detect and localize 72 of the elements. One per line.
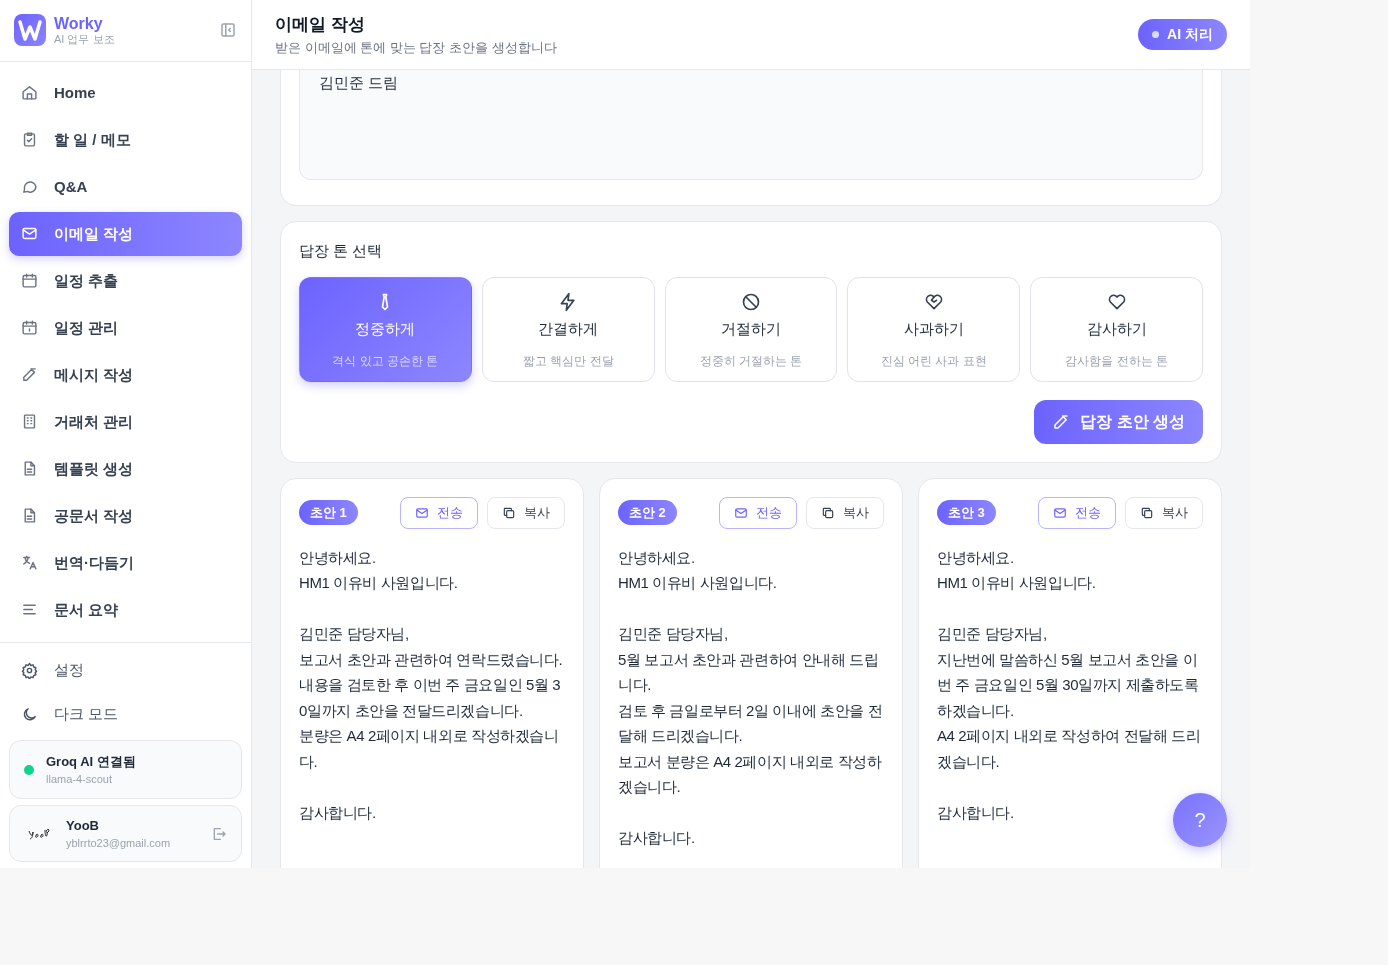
- sidebar-item[interactable]: 템플릿 생성: [9, 446, 242, 491]
- sidebar-item[interactable]: 일정 추출: [9, 258, 242, 303]
- heart-handshake-icon: [923, 291, 944, 312]
- copy-button[interactable]: 복사: [806, 496, 884, 529]
- page-title: 이메일 작성: [275, 14, 366, 36]
- ban-icon: [741, 291, 761, 312]
- sidebar-item[interactable]: Q&A: [9, 164, 242, 209]
- tone-option[interactable]: 간결하게 짧고 핵심만 전달: [481, 276, 655, 382]
- building-icon: [21, 413, 38, 431]
- sidebar-item[interactable]: 메시지 작성: [9, 352, 242, 397]
- logo-icon: [14, 14, 46, 47]
- email-input-field[interactable]: 김민준 드림: [299, 70, 1203, 180]
- ai-badge-button[interactable]: AI 처리: [1138, 19, 1227, 50]
- mail-icon: [415, 505, 429, 520]
- send-button[interactable]: 전송: [719, 496, 797, 529]
- copy-icon: [1140, 505, 1154, 520]
- tone-option[interactable]: 사과하기 진심 어린 사과 표현: [847, 276, 1021, 382]
- signature-icon: [28, 827, 50, 840]
- draft-paragraph: 김민준 담당자님, 5월 보고서 초안과 관련하여 안내해 드립니다. 검토 후 금일로부터 2일 이내에 초안을 전달해 드리겠습니다. 보고서 분량은 A4 2페이지 내외로 작성하겠습니다.: [618, 624, 884, 797]
- copy-icon: [502, 505, 516, 520]
- draft-paragraph: 감사합니다.: [299, 802, 376, 823]
- sidebar-item[interactable]: 번역·다듬기: [9, 540, 242, 585]
- copy-icon: [821, 505, 835, 520]
- draft-paragraph: 김민준 담당자님, 지난번에 말씀하신 5월 보고서 초안을 이번 주 금요일인 5월 30일까지 제출하도록 하겠습니다. A4 2페이지 내외로 작성하여 전달해 드리겠습니다.: [937, 624, 1202, 772]
- draft-paragraph: 안녕하세요. HM1 이유비 사원입니다.: [618, 547, 777, 593]
- send-button[interactable]: 전송: [1038, 496, 1116, 529]
- status-title: Groq AI 연결됨: [46, 752, 136, 771]
- settings-item[interactable]: 설정: [9, 648, 242, 692]
- draft-paragraph: 감사합니다.: [618, 828, 695, 848]
- calendar-icon: [21, 272, 38, 290]
- user-name: YooB: [66, 816, 100, 835]
- translate-icon: [21, 554, 38, 572]
- tone-option[interactable]: 감사하기 감사함을 전하는 톤: [1030, 276, 1203, 382]
- sidebar-item[interactable]: 할 일 / 메모: [9, 117, 242, 162]
- copy-button[interactable]: 복사: [487, 496, 565, 529]
- sidebar-item[interactable]: 일정 관리: [9, 305, 242, 350]
- page-subtitle: 받은 이메일에 톤에 맞는 답장 초안을 생성합니다: [275, 38, 557, 57]
- sidebar-item[interactable]: 이메일 작성: [9, 211, 242, 256]
- section-title: 답장 톤 선택: [299, 241, 384, 261]
- draft-paragraph: 김민준 담당자님, 보고서 초안과 관련하여 연락드렸습니다. 내용을 검토한 후 이번 주 금요일인 5월 30일까지 초안을 전달드리겠습니다. 분량은 A4 2페이지 내외로 작성하겠습니다.: [299, 624, 564, 772]
- user-email: yblrrto23@gmail.com: [66, 836, 171, 852]
- sidebar-item[interactable]: 공문서 작성: [9, 493, 242, 538]
- home-icon: [21, 84, 38, 102]
- brand-tagline: AI 업무 보조: [54, 32, 115, 46]
- clipboard-icon: [21, 131, 38, 149]
- send-button[interactable]: 전송: [400, 496, 478, 529]
- sidebar-item[interactable]: 거래처 관리: [9, 399, 242, 444]
- draft-paragraph: 안녕하세요. HM1 이유비 사원입니다.: [299, 547, 458, 593]
- calendar-icon: [21, 319, 38, 337]
- draft-label: 초안 1: [299, 499, 358, 526]
- copy-button[interactable]: 복사: [1125, 496, 1203, 529]
- pencil-icon: [21, 366, 38, 384]
- heart-icon: [1106, 291, 1127, 312]
- mail-icon: [1053, 505, 1067, 520]
- draft-paragraph: 감사합니다.: [937, 802, 1014, 823]
- brand-name: Worky: [54, 14, 104, 33]
- draft-label: 초안 2: [618, 499, 677, 526]
- tone-option[interactable]: 정중하게 격식 있고 공손한 톤: [299, 276, 472, 382]
- tone-option[interactable]: 거절하기 정중히 거절하는 톤: [664, 276, 838, 382]
- sidebar-item[interactable]: Home: [9, 70, 242, 115]
- settings-icon: [21, 661, 38, 679]
- draft-label: 초안 3: [937, 499, 996, 526]
- generate-button[interactable]: 답장 초안 생성: [1034, 399, 1203, 444]
- logout-icon[interactable]: [211, 825, 227, 842]
- model-name: llama-4-scout: [46, 772, 114, 788]
- draft-paragraph: 안녕하세요. HM1 이유비 사원입니다.: [937, 547, 1096, 593]
- dark-mode-toggle[interactable]: 다크 모드: [9, 693, 242, 737]
- collapse-sidebar-icon[interactable]: [219, 21, 237, 40]
- pencil-icon: [1052, 412, 1071, 431]
- chat-icon: [21, 178, 38, 196]
- mail-icon: [734, 505, 748, 520]
- sidebar-item[interactable]: 문서 요약: [9, 587, 242, 632]
